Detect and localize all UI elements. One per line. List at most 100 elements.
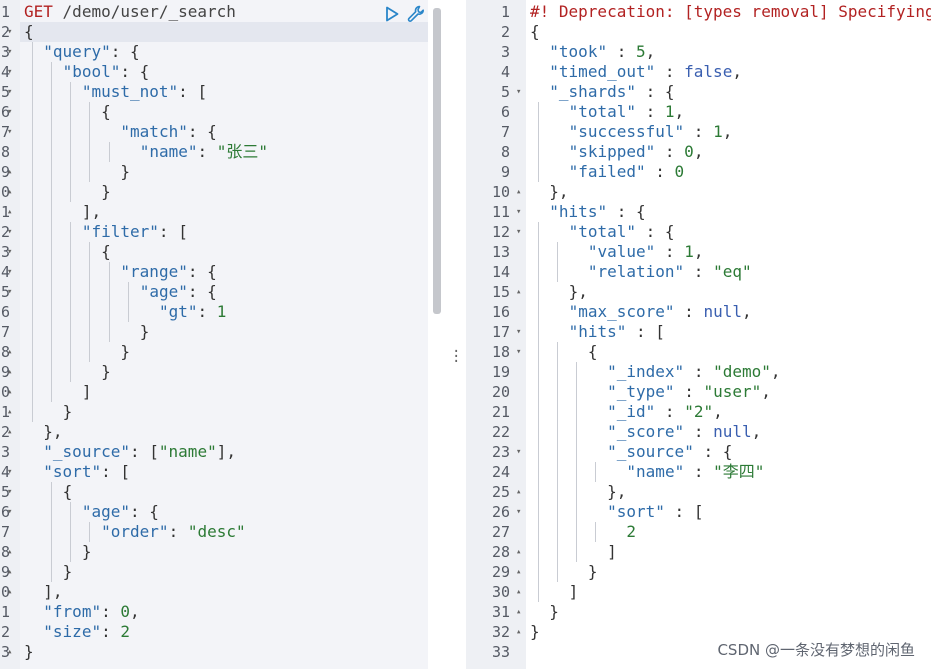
request-code-line[interactable]: "age": { (20, 282, 428, 302)
request-code-line[interactable]: "order": "desc" (20, 522, 428, 542)
request-editor-pane[interactable]: GET /demo/user/_search{ "query": { "bool… (0, 0, 442, 669)
response-code-line: "value" : 1, (587, 242, 704, 261)
response-code-line: ] (568, 582, 579, 601)
request-code-line[interactable]: } (20, 162, 428, 182)
fold-collapse-icon[interactable]: ▾ (7, 122, 12, 142)
fold-expand-icon[interactable]: ▴ (7, 582, 12, 602)
line-number: 29 (491, 563, 510, 581)
request-code-line[interactable]: { (20, 482, 428, 502)
request-code-line[interactable]: ], (20, 582, 428, 602)
request-code-line[interactable]: GET /demo/user/_search (20, 2, 428, 22)
fold-expand-icon[interactable]: ▴ (7, 542, 12, 562)
request-code-line[interactable]: } (20, 322, 428, 342)
fold-collapse-icon[interactable]: ▾ (516, 82, 521, 102)
fold-expand-icon[interactable]: ▴ (7, 182, 12, 202)
fold-collapse-icon[interactable]: ▾ (7, 462, 12, 482)
indent-guide (89, 242, 91, 362)
request-code-line[interactable]: { (20, 102, 428, 122)
fold-expand-icon[interactable]: ▴ (7, 422, 12, 442)
request-code-line[interactable]: } (20, 182, 428, 202)
play-icon[interactable] (384, 6, 400, 22)
request-code-line[interactable]: "match": { (20, 122, 428, 142)
fold-expand-icon[interactable]: ▴ (516, 602, 521, 622)
fold-expand-icon[interactable]: ▴ (7, 362, 12, 382)
fold-expand-icon[interactable]: ▴ (516, 582, 521, 602)
fold-collapse-icon[interactable]: ▾ (7, 82, 12, 102)
fold-expand-icon[interactable]: ▴ (516, 562, 521, 582)
line-number: 14 (491, 263, 510, 281)
request-code-line[interactable]: "_source": ["name"], (20, 442, 428, 462)
request-code-line[interactable]: "from": 0, (20, 602, 428, 622)
fold-collapse-icon[interactable]: ▾ (7, 482, 12, 502)
request-code-line[interactable]: }, (20, 422, 428, 442)
request-code-line[interactable]: "must_not": [ (20, 82, 428, 102)
fold-collapse-icon[interactable]: ▾ (7, 282, 12, 302)
fold-collapse-icon[interactable]: ▾ (7, 242, 12, 262)
fold-expand-icon[interactable]: ▴ (7, 562, 12, 582)
request-code-line[interactable]: "sort": [ (20, 462, 428, 482)
request-path: /demo/user/_search (62, 2, 236, 21)
request-code-line[interactable]: } (20, 362, 428, 382)
request-code-line[interactable]: "gt": 1 (20, 302, 428, 322)
line-number: 1 (500, 3, 510, 21)
fold-expand-icon[interactable]: ▴ (7, 642, 12, 662)
fold-expand-icon[interactable]: ▴ (7, 402, 12, 422)
fold-collapse-icon[interactable]: ▾ (516, 202, 521, 222)
fold-collapse-icon[interactable]: ▾ (516, 502, 521, 522)
request-code-line[interactable]: } (20, 562, 428, 582)
line-number: 30 (491, 583, 510, 601)
request-code-line[interactable]: } (20, 642, 428, 662)
request-code-line[interactable]: "size": 2 (20, 622, 428, 642)
fold-collapse-icon[interactable]: ▾ (7, 22, 12, 42)
request-code-line[interactable]: "range": { (20, 262, 428, 282)
fold-collapse-icon[interactable]: ▾ (7, 222, 12, 242)
fold-expand-icon[interactable]: ▴ (7, 382, 12, 402)
fold-expand-icon[interactable]: ▴ (516, 622, 521, 642)
request-code-line[interactable]: } (20, 402, 428, 422)
line-number: 11 (491, 203, 510, 221)
line-number: 26 (491, 503, 510, 521)
line-number: 20 (491, 383, 510, 401)
wrench-icon[interactable] (406, 4, 426, 24)
request-code-line[interactable]: "query": { (20, 42, 428, 62)
fold-expand-icon[interactable]: ▴ (516, 542, 521, 562)
fold-expand-icon[interactable]: ▴ (516, 482, 521, 502)
request-code-line[interactable]: "age": { (20, 502, 428, 522)
fold-collapse-icon[interactable]: ▾ (7, 502, 12, 522)
vertical-dots-icon[interactable]: · · · (452, 345, 460, 369)
request-code-line[interactable]: { (20, 242, 428, 262)
fold-collapse-icon[interactable]: ▾ (516, 442, 521, 462)
request-code-line[interactable]: } (20, 342, 428, 362)
fold-collapse-icon[interactable]: ▾ (7, 102, 12, 122)
fold-collapse-icon[interactable]: ▾ (7, 262, 12, 282)
indent-guide (595, 522, 597, 542)
request-code-line[interactable]: { (20, 22, 428, 42)
indent-guide (556, 242, 558, 282)
request-code-line[interactable]: "name": "张三" (20, 142, 428, 162)
fold-expand-icon[interactable]: ▴ (7, 202, 12, 222)
line-number: 13 (491, 243, 510, 261)
response-code-line: "name" : "李四" (626, 462, 765, 481)
line-number: 27 (491, 523, 510, 541)
response-code-line: "hits" : { (549, 202, 646, 221)
request-code-line[interactable]: ], (20, 202, 428, 222)
request-code-line[interactable]: "filter": [ (20, 222, 428, 242)
fold-expand-icon[interactable]: ▴ (7, 162, 12, 182)
fold-expand-icon[interactable]: ▴ (7, 342, 12, 362)
indent-guide (537, 102, 539, 182)
request-code-line[interactable]: ] (20, 382, 428, 402)
fold-collapse-icon[interactable]: ▾ (7, 62, 12, 82)
line-number: 7 (500, 123, 510, 141)
fold-collapse-icon[interactable]: ▾ (516, 222, 521, 242)
request-code-line[interactable]: "bool": { (20, 62, 428, 82)
request-editor[interactable]: GET /demo/user/_search{ "query": { "bool… (20, 0, 428, 669)
pane-divider[interactable] (442, 0, 466, 669)
line-number: 3 (500, 43, 510, 61)
fold-collapse-icon[interactable]: ▾ (516, 322, 521, 342)
fold-collapse-icon[interactable]: ▾ (516, 342, 521, 362)
request-code-line[interactable]: } (20, 542, 428, 562)
fold-expand-icon[interactable]: ▴ (516, 182, 521, 202)
fold-expand-icon[interactable]: ▴ (516, 282, 521, 302)
request-scrollbar[interactable] (433, 8, 441, 314)
fold-collapse-icon[interactable]: ▾ (7, 42, 12, 62)
